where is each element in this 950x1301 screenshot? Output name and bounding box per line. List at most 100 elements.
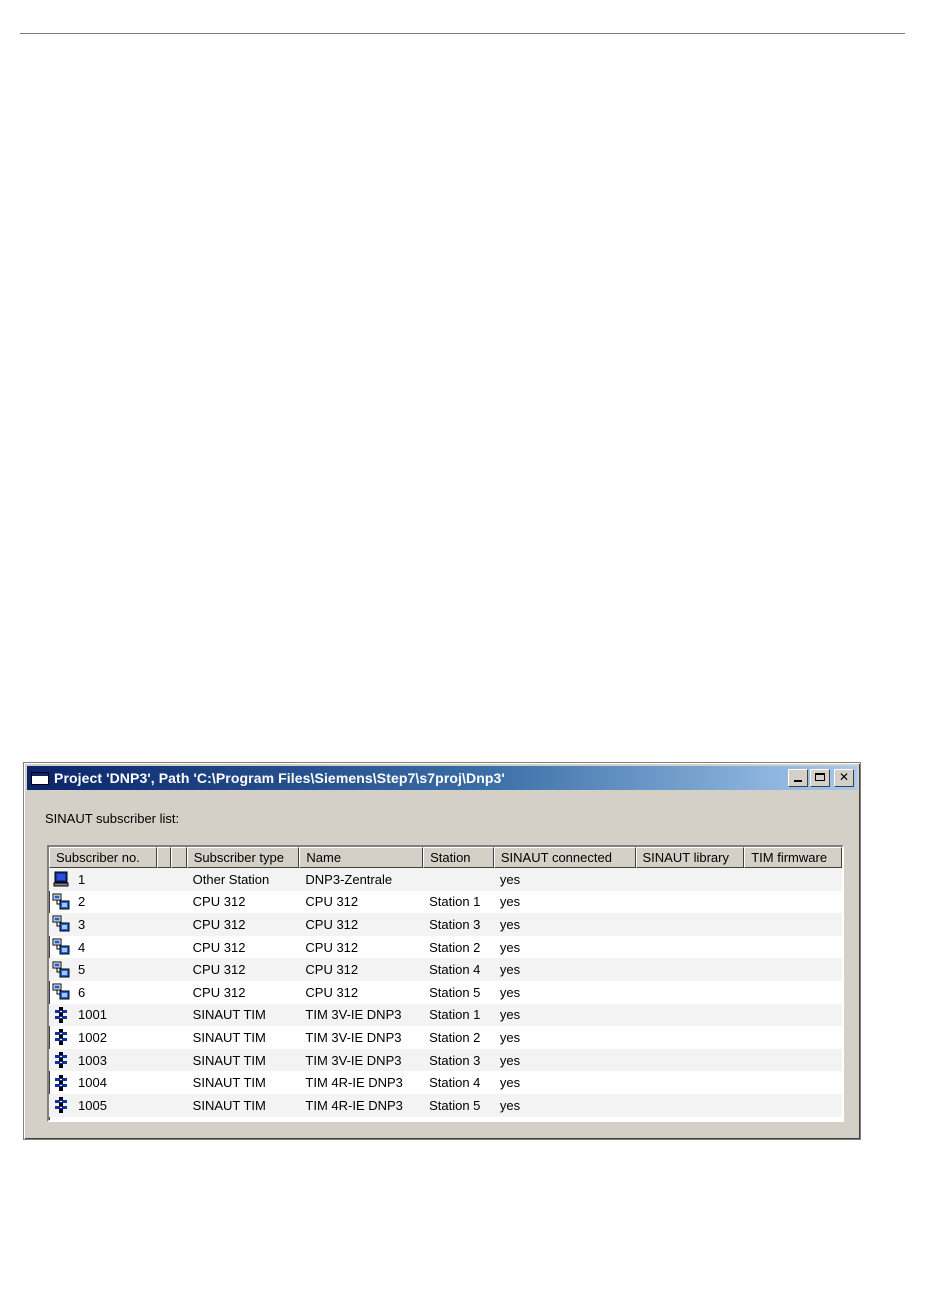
cell-sinaut-connected: yes bbox=[499, 962, 521, 978]
cell-station: Station 3 bbox=[429, 1052, 481, 1068]
table-row[interactable]: 1 Other Station DNP3-Zentrale yes bbox=[49, 868, 842, 891]
cell-subscriber-no: 2 bbox=[49, 893, 157, 911]
cell-subscriber-type: CPU 312 bbox=[192, 962, 246, 978]
cell-station: Station 1 bbox=[429, 894, 481, 910]
cell-subscriber-no: 1001 bbox=[49, 1006, 157, 1024]
cell-station: Station 2 bbox=[429, 1029, 481, 1045]
cell-subscriber-type: SINAUT TIM bbox=[192, 1052, 266, 1068]
cpu-station-icon bbox=[52, 893, 70, 911]
table-row[interactable]: 3 CPU 312 CPU 312 Station 3 yes bbox=[49, 913, 842, 936]
column-header-name[interactable]: Name bbox=[299, 847, 424, 868]
table-row[interactable]: 1001 SINAUT TIM TIM 3V-IE DNP3 Station 1 yes bbox=[49, 1003, 842, 1027]
window-titlebar[interactable]: Project 'DNP3', Path 'C:\Program Files\S… bbox=[27, 766, 857, 790]
table-row[interactable]: 1003 SINAUT TIM TIM 3V-IE DNP3 Station 3 yes bbox=[49, 1048, 842, 1072]
subscriber-no-value: 1005 bbox=[78, 1097, 107, 1113]
column-header-blank-1[interactable] bbox=[156, 847, 171, 868]
tim-module-icon bbox=[52, 1006, 70, 1024]
window-controls: ✕ bbox=[788, 769, 854, 787]
cell-station: Station 5 bbox=[429, 1097, 481, 1113]
subscriber-no-value: 1004 bbox=[78, 1075, 107, 1091]
subscriber-no-value: 1001 bbox=[78, 1007, 107, 1023]
cell-subscriber-no: 6 bbox=[49, 983, 157, 1001]
cell-subscriber-no: 1004 bbox=[49, 1074, 157, 1092]
cell-sinaut-connected: yes bbox=[499, 894, 521, 910]
cell-subscriber-no: 3 bbox=[49, 915, 157, 933]
cell-subscriber-no: 4 bbox=[49, 938, 157, 956]
cell-subscriber-type: SINAUT TIM bbox=[192, 1007, 266, 1023]
cpu-station-icon bbox=[52, 983, 70, 1001]
cell-sinaut-connected: yes bbox=[499, 1007, 521, 1023]
cell-subscriber-type: CPU 312 bbox=[192, 939, 246, 955]
cell-subscriber-no: 1002 bbox=[49, 1028, 157, 1046]
column-header-subscriber-type[interactable]: Subscriber type bbox=[186, 847, 300, 868]
subscriber-list-window: Project 'DNP3', Path 'C:\Program Files\S… bbox=[23, 762, 861, 1140]
column-header-subscriber-no[interactable]: Subscriber no. bbox=[49, 847, 157, 868]
cell-station: Station 1 bbox=[429, 1007, 481, 1023]
tim-module-icon bbox=[52, 1096, 70, 1114]
cell-subscriber-no: 1 bbox=[49, 870, 157, 888]
table-row[interactable]: 1005 SINAUT TIM TIM 4R-IE DNP3 Station 5 yes bbox=[49, 1093, 842, 1117]
maximize-button[interactable] bbox=[810, 769, 830, 787]
window-app-icon bbox=[31, 771, 49, 785]
cell-sinaut-connected: yes bbox=[499, 1029, 521, 1045]
column-header-sinaut-connected[interactable]: SINAUT connected bbox=[493, 847, 636, 868]
cell-sinaut-connected: yes bbox=[499, 871, 521, 887]
cell-subscriber-type: CPU 312 bbox=[192, 894, 246, 910]
page-top-rule bbox=[20, 33, 905, 34]
subscriber-no-value: 1002 bbox=[78, 1029, 107, 1045]
cell-name: CPU 312 bbox=[305, 962, 359, 978]
cell-name: CPU 312 bbox=[305, 916, 359, 932]
subscriber-no-value: 1 bbox=[78, 871, 86, 887]
cpu-station-icon bbox=[52, 915, 70, 933]
subscriber-list-view[interactable]: Subscriber no. Subscriber type Name Stat… bbox=[47, 845, 844, 1122]
cell-station: Station 2 bbox=[429, 939, 481, 955]
cell-subscriber-type: CPU 312 bbox=[192, 984, 246, 1000]
cell-name: CPU 312 bbox=[305, 984, 359, 1000]
table-row[interactable]: 5 CPU 312 CPU 312 Station 4 yes bbox=[49, 958, 842, 981]
column-header-station[interactable]: Station bbox=[423, 847, 494, 868]
cpu-station-icon bbox=[52, 938, 70, 956]
cell-subscriber-no: 1005 bbox=[49, 1096, 157, 1114]
cell-sinaut-connected: yes bbox=[499, 939, 521, 955]
cell-subscriber-type: Other Station bbox=[192, 871, 270, 887]
subscriber-list-label: SINAUT subscriber list: bbox=[45, 811, 180, 826]
cell-station: Station 5 bbox=[429, 984, 481, 1000]
table-row[interactable]: 1002 SINAUT TIM TIM 3V-IE DNP3 Station 2 yes bbox=[49, 1026, 842, 1049]
subscriber-no-value: 5 bbox=[78, 962, 86, 978]
subscriber-no-value: 3 bbox=[78, 916, 86, 932]
cell-name: TIM 3V-IE DNP3 bbox=[305, 1029, 402, 1045]
cell-name: CPU 312 bbox=[305, 939, 359, 955]
cell-subscriber-no: 1003 bbox=[49, 1051, 157, 1069]
window-title: Project 'DNP3', Path 'C:\Program Files\S… bbox=[54, 770, 505, 786]
tim-module-icon bbox=[52, 1051, 70, 1069]
cell-station: Station 3 bbox=[429, 916, 481, 932]
cell-station: Station 4 bbox=[429, 1075, 481, 1091]
column-header-blank-2[interactable] bbox=[170, 847, 187, 868]
cell-subscriber-type: SINAUT TIM bbox=[192, 1029, 266, 1045]
table-row[interactable]: 6 CPU 312 CPU 312 Station 5 yes bbox=[49, 981, 842, 1004]
cell-sinaut-connected: yes bbox=[499, 1052, 521, 1068]
cell-sinaut-connected: yes bbox=[499, 984, 521, 1000]
cell-subscriber-type: CPU 312 bbox=[192, 916, 246, 932]
column-header-sinaut-library[interactable]: SINAUT library bbox=[635, 847, 745, 868]
cell-name: TIM 3V-IE DNP3 bbox=[305, 1052, 402, 1068]
subscriber-no-value: 4 bbox=[78, 939, 86, 955]
monitor-station-icon bbox=[52, 870, 70, 888]
close-button[interactable]: ✕ bbox=[834, 769, 854, 787]
cell-subscriber-type: SINAUT TIM bbox=[192, 1075, 266, 1091]
subscriber-no-value: 6 bbox=[78, 984, 86, 1000]
cpu-station-icon bbox=[52, 961, 70, 979]
cell-subscriber-type: SINAUT TIM bbox=[192, 1097, 266, 1113]
cell-sinaut-connected: yes bbox=[499, 916, 521, 932]
column-header-tim-firmware[interactable]: TIM firmware bbox=[744, 847, 842, 868]
table-row[interactable]: 1004 SINAUT TIM TIM 4R-IE DNP3 Station 4 yes bbox=[49, 1071, 842, 1094]
subscriber-no-value: 1003 bbox=[78, 1052, 107, 1068]
cell-name: DNP3-Zentrale bbox=[305, 871, 393, 887]
cell-name: TIM 3V-IE DNP3 bbox=[305, 1007, 402, 1023]
minimize-button[interactable] bbox=[788, 769, 808, 787]
table-row[interactable]: 4 CPU 312 CPU 312 Station 2 yes bbox=[49, 936, 842, 959]
table-row[interactable]: 2 CPU 312 CPU 312 Station 1 yes bbox=[49, 891, 842, 914]
cell-name: CPU 312 bbox=[305, 894, 359, 910]
tim-module-icon bbox=[52, 1074, 70, 1092]
cell-name: TIM 4R-IE DNP3 bbox=[305, 1097, 403, 1113]
